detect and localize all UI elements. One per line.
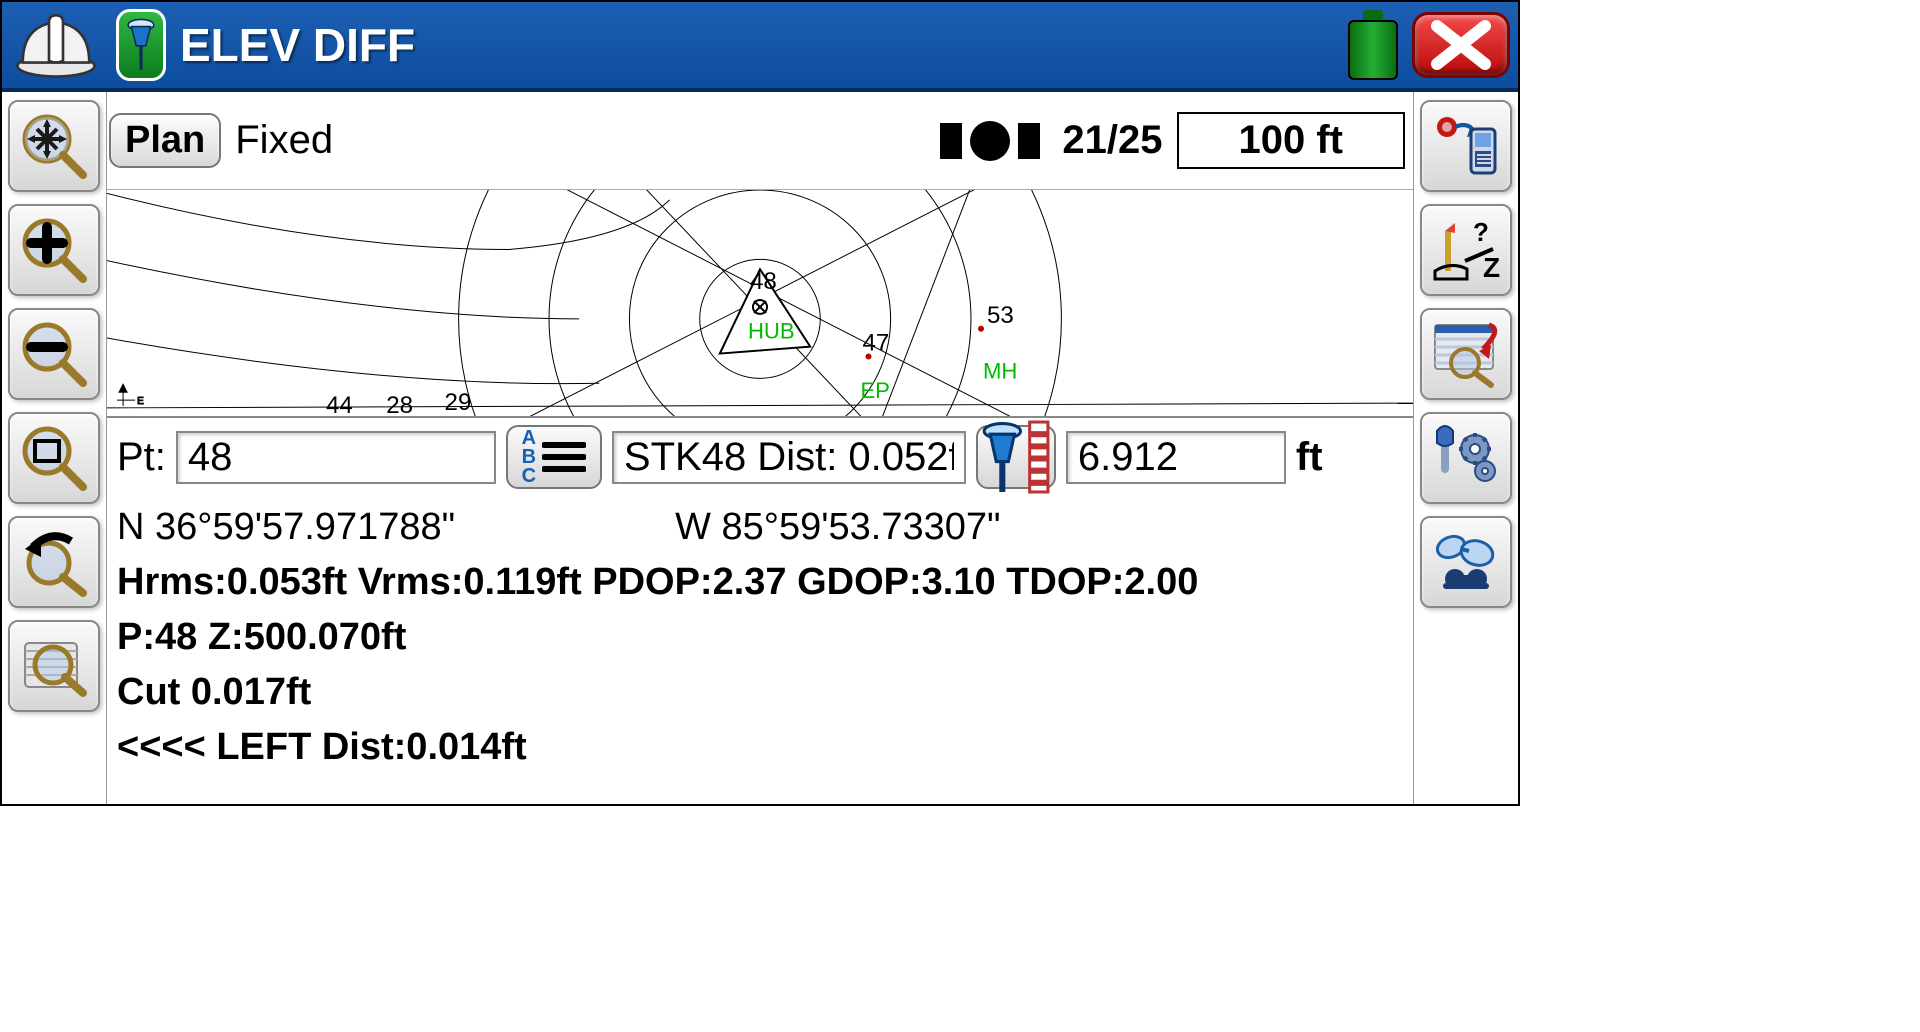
main-area: Plan Fixed 21/25 100 ft <box>2 92 1518 804</box>
point-list-button[interactable] <box>1420 308 1512 400</box>
info-panel: N 36°59'57.971788" W 85°59'53.73307" Hrm… <box>107 496 1413 804</box>
receiver-status-icon[interactable] <box>116 9 166 81</box>
map-label-mh: MH <box>983 358 1017 383</box>
left-dist-line: <<<< LEFT Dist:0.014ft <box>117 720 1403 775</box>
title-bar: ELEV DIFF <box>2 2 1518 92</box>
rod-height-button[interactable] <box>976 425 1056 489</box>
center-panel: Plan Fixed 21/25 100 ft <box>106 92 1414 804</box>
satellite-count: 21/25 <box>1062 118 1162 163</box>
store-point-button[interactable] <box>1420 100 1512 192</box>
screen-title: ELEV DIFF <box>180 18 1334 72</box>
zoom-window-button[interactable] <box>8 412 100 504</box>
rod-height-unit: ft <box>1296 435 1323 480</box>
close-button[interactable] <box>1412 12 1510 78</box>
map-pt-47: 47 <box>862 330 889 357</box>
code-list-button[interactable]: ABC <box>506 425 602 489</box>
settings-button[interactable] <box>1420 412 1512 504</box>
latitude-label: N 36°59'57.971788" <box>117 500 455 555</box>
input-row: Pt: ABC ft <box>107 418 1413 496</box>
desc-input[interactable] <box>612 431 966 484</box>
find-button[interactable] <box>1420 516 1512 608</box>
map-pt-29: 29 <box>445 389 472 416</box>
zoom-in-button[interactable] <box>8 204 100 296</box>
zoom-extents-button[interactable] <box>8 100 100 192</box>
pt-input[interactable] <box>176 431 496 484</box>
fix-status-label: Fixed <box>235 118 333 163</box>
right-toolbar: ? Z <box>1414 92 1518 804</box>
map-pt-53: 53 <box>987 302 1014 329</box>
rod-height-input[interactable] <box>1066 431 1286 484</box>
map-pt-44: 44 <box>326 392 353 416</box>
helmet-icon[interactable] <box>10 10 102 80</box>
longitude-label: W 85°59'53.73307" <box>675 500 1000 555</box>
map-canvas[interactable]: 48 HUB 47 EP 53 MH 44 28 29 E <box>107 190 1413 418</box>
elevation-help-button[interactable]: ? Z <box>1420 204 1512 296</box>
zoom-out-button[interactable] <box>8 308 100 400</box>
map-label-hub: HUB <box>748 319 795 344</box>
left-toolbar <box>2 92 106 804</box>
quality-line: Hrms:0.053ft Vrms:0.119ft PDOP:2.37 GDOP… <box>117 555 1403 610</box>
map-label-ep: EP <box>860 378 889 403</box>
point-elev-line: P:48 Z:500.070ft <box>117 610 1403 665</box>
battery-icon[interactable] <box>1348 10 1398 80</box>
svg-text:E: E <box>137 396 144 407</box>
cut-line: Cut 0.017ft <box>117 665 1403 720</box>
map-pt-48: 48 <box>750 268 777 295</box>
svg-text:Z: Z <box>1483 252 1500 283</box>
status-row: Plan Fixed 21/25 100 ft <box>107 92 1413 190</box>
zoom-previous-button[interactable] <box>8 516 100 608</box>
zoom-layer-button[interactable] <box>8 620 100 712</box>
map-pt-28: 28 <box>386 392 413 416</box>
satellite-icon <box>940 119 1040 163</box>
pt-label: Pt: <box>117 435 166 480</box>
svg-text:?: ? <box>1473 217 1489 247</box>
plan-view-button[interactable]: Plan <box>109 113 221 168</box>
map-scale-box[interactable]: 100 ft <box>1177 112 1406 169</box>
